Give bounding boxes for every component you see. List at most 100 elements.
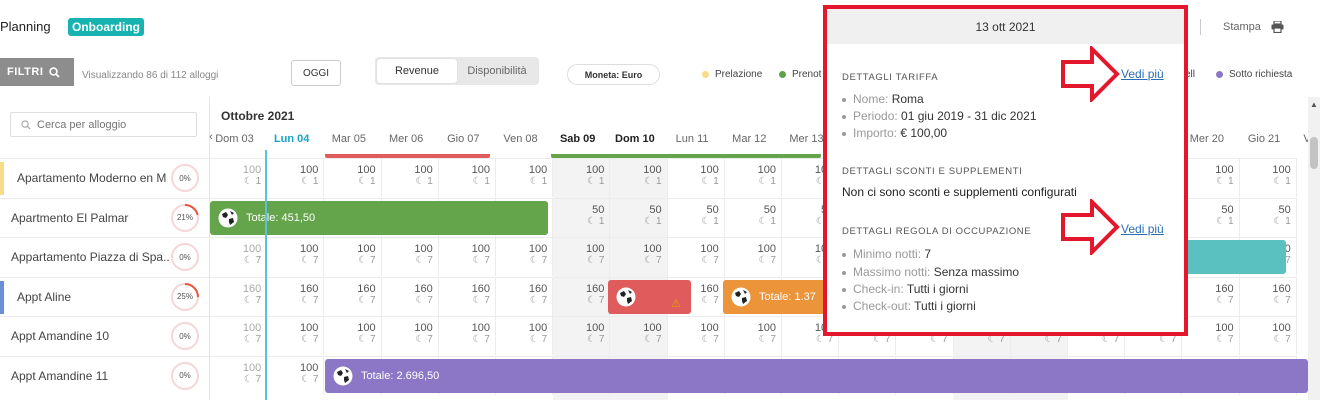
scrollbar-thumb[interactable] xyxy=(1310,137,1318,169)
availability-cell[interactable]: 100☾ 1 xyxy=(553,158,611,197)
availability-cell[interactable]: 100☾ 1 xyxy=(381,158,439,197)
revenue-tab[interactable]: Revenue xyxy=(377,59,457,83)
tariff-more-link[interactable]: Vedi più xyxy=(1121,67,1164,81)
availability-cell[interactable]: 100☾ 7 xyxy=(496,237,554,276)
price-value: 50 xyxy=(763,203,776,216)
day-header[interactable]: Sab 09 xyxy=(549,133,606,147)
availability-cell[interactable]: 100☾ 7 xyxy=(438,237,496,276)
property-name[interactable]: Apartamento Moderno en M... xyxy=(17,171,167,185)
booking-block-palmar[interactable]: Totale: 451,50 xyxy=(210,200,548,235)
occupancy-more-link[interactable]: Vedi più xyxy=(1121,222,1164,236)
day-header[interactable]: Mer 06 xyxy=(378,133,435,147)
day-header[interactable]: Mar 05 xyxy=(320,133,377,147)
booking-block-aline-orange[interactable]: Totale: 1.37 xyxy=(723,279,833,314)
availability-cell[interactable]: 50☾ 1 xyxy=(1239,197,1297,237)
availability-cell[interactable]: 100☾ 7 xyxy=(667,316,725,355)
chevron-left-icon[interactable]: ‹ xyxy=(207,131,215,145)
availability-cell[interactable]: 100☾ 1 xyxy=(667,158,725,197)
availability-cell[interactable]: 100☾ 7 xyxy=(1182,316,1240,355)
availability-cell[interactable]: 100☾ 7 xyxy=(324,316,382,355)
property-name[interactable]: Apartmento El Palmar xyxy=(11,211,169,225)
availability-cell[interactable]: 100☾ 7 xyxy=(610,316,668,355)
property-name[interactable]: Appt Amandine 11 xyxy=(11,369,169,383)
property-search[interactable] xyxy=(10,112,197,137)
booking-block-amandine[interactable]: Totale: 2.696,50 xyxy=(325,358,1308,393)
availability-cell[interactable]: 100☾ 7 xyxy=(267,355,325,395)
availability-cell[interactable]: 160☾ 7 xyxy=(267,276,325,316)
availability-cell[interactable]: 160☾ 7 xyxy=(1239,276,1297,316)
today-button[interactable]: OGGI xyxy=(291,60,341,86)
availability-cell[interactable]: 160☾ 7 xyxy=(210,276,268,316)
availability-cell[interactable]: 100☾ 7 xyxy=(553,237,611,276)
day-header[interactable]: Gio 21 xyxy=(1236,133,1293,147)
scroll-up-icon[interactable]: ▲ xyxy=(1310,100,1318,109)
availability-cell[interactable]: 50☾ 1 xyxy=(610,197,668,237)
availability-cell[interactable]: 100☾ 7 xyxy=(610,237,668,276)
property-name[interactable]: Appt Amandine 10 xyxy=(11,329,169,343)
day-header[interactable]: Gio 07 xyxy=(435,133,492,147)
availability-cell[interactable]: 100☾ 7 xyxy=(381,237,439,276)
property-row[interactable]: Apartmento El Palmar 21% xyxy=(0,197,210,237)
price-value: 100 xyxy=(757,164,776,176)
availability-cell[interactable]: 160☾ 7 xyxy=(324,276,382,316)
availability-cell[interactable]: 100☾ 1 xyxy=(1182,158,1240,197)
availability-cell[interactable]: 100☾ 7 xyxy=(210,355,268,395)
day-header[interactable]: Mar 12 xyxy=(721,133,778,147)
print-button[interactable]: Stampa xyxy=(1200,19,1284,35)
property-row[interactable]: Appt Amandine 10 0% xyxy=(0,316,210,355)
availability-cell[interactable]: 160☾ 7 xyxy=(438,276,496,316)
availability-cell[interactable]: 50☾ 1 xyxy=(724,197,782,237)
availability-cell[interactable]: 100☾ 1 xyxy=(1239,158,1297,197)
availability-cell[interactable]: 100☾ 7 xyxy=(667,237,725,276)
availability-cell[interactable]: 100☾ 7 xyxy=(381,316,439,355)
property-row[interactable]: Appt Amandine 11 0% xyxy=(0,355,210,395)
min-nights-value: 1 xyxy=(1285,176,1291,187)
availability-cell[interactable]: 50☾ 1 xyxy=(1182,197,1240,237)
availability-cell[interactable]: 100☾ 7 xyxy=(267,316,325,355)
warning-icon[interactable]: ⚠ xyxy=(671,297,681,310)
availability-cell[interactable]: 160☾ 7 xyxy=(381,276,439,316)
availability-cell[interactable]: 100☾ 1 xyxy=(267,158,325,197)
currency-selector[interactable]: Moneta: Euro xyxy=(567,64,660,85)
availability-cell[interactable]: 100☾ 7 xyxy=(496,316,554,355)
property-name[interactable]: Appt Aline xyxy=(17,290,167,304)
vertical-scrollbar[interactable]: ▲ xyxy=(1308,97,1320,400)
availability-cell[interactable]: 160☾ 7 xyxy=(553,276,611,316)
availability-cell[interactable]: 100☾ 1 xyxy=(724,158,782,197)
availability-cell[interactable]: 100☾ 1 xyxy=(210,158,268,197)
availability-cell[interactable]: 100☾ 7 xyxy=(724,316,782,355)
price-value: 160 xyxy=(414,282,433,295)
day-header[interactable]: Lun 04 xyxy=(263,133,320,147)
search-input[interactable] xyxy=(37,118,187,131)
availability-cell[interactable]: 100☾ 7 xyxy=(553,316,611,355)
day-header[interactable]: Ven 08 xyxy=(492,133,549,147)
availability-cell[interactable]: 160☾ 7 xyxy=(1182,276,1240,316)
property-row[interactable]: Apartamento Moderno en M... 0% xyxy=(0,158,210,197)
property-row[interactable]: Appartamento Piazza di Spa... 0% xyxy=(0,237,210,276)
availability-cell[interactable]: 100☾ 7 xyxy=(1239,316,1297,355)
min-nights-value: 7 xyxy=(1228,294,1234,306)
onboarding-badge[interactable]: Onboarding xyxy=(68,18,144,36)
min-nights-value: 7 xyxy=(255,294,262,306)
availability-cell[interactable]: 100☾ 1 xyxy=(496,158,554,197)
availability-cell[interactable]: 100☾ 7 xyxy=(267,237,325,276)
availability-cell[interactable]: 100☾ 7 xyxy=(438,316,496,355)
availability-cell[interactable]: 100☾ 7 xyxy=(324,237,382,276)
day-header[interactable]: Dom 10 xyxy=(606,133,663,147)
availability-cell[interactable]: 100☾ 7 xyxy=(724,237,782,276)
availability-cell[interactable]: 50☾ 1 xyxy=(667,197,725,237)
availability-cell[interactable]: 50☾ 1 xyxy=(553,197,611,237)
availability-tab[interactable]: Disponibilità xyxy=(457,59,537,83)
availability-cell[interactable]: 100☾ 1 xyxy=(438,158,496,197)
availability-cell[interactable]: 100☾ 1 xyxy=(610,158,668,197)
availability-cell[interactable]: 160☾ 7 xyxy=(496,276,554,316)
property-row[interactable]: Appt Aline 25% xyxy=(0,276,210,316)
property-name[interactable]: Appartamento Piazza di Spa... xyxy=(11,250,169,264)
availability-cell[interactable]: 100☾ 1 xyxy=(324,158,382,197)
day-header[interactable]: Lun 11 xyxy=(664,133,721,147)
price-value: 50 xyxy=(592,203,605,216)
filters-button[interactable]: FILTRI xyxy=(0,58,74,86)
availability-cell[interactable]: 100☾ 7 xyxy=(210,316,268,355)
availability-cell[interactable]: 100☾ 7 xyxy=(210,237,268,276)
booking-block-piazza[interactable] xyxy=(1185,240,1286,274)
